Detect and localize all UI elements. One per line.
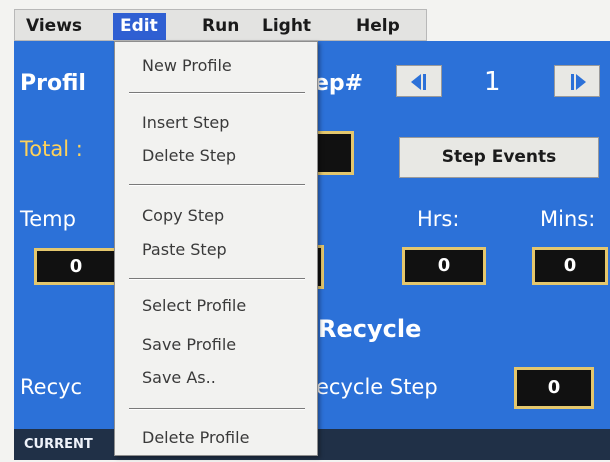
hrs-field[interactable]: 0 — [402, 247, 486, 285]
menu-bar: Views Edit Run Light Help — [14, 9, 427, 41]
menu-item-delete-profile[interactable]: Delete Profile — [142, 428, 249, 447]
menu-light[interactable]: Light — [255, 13, 318, 40]
total-label: Total : — [20, 137, 83, 161]
step-number-label: ep# — [314, 71, 364, 96]
recycle-step-field[interactable]: 0 — [514, 367, 594, 409]
mins-label: Mins: — [540, 207, 596, 231]
menu-item-save-profile[interactable]: Save Profile — [142, 335, 236, 354]
recycle-step-label: ecycle Step — [316, 375, 438, 399]
menu-item-copy-step[interactable]: Copy Step — [142, 206, 224, 225]
previous-step-button[interactable] — [396, 65, 442, 97]
mins-field[interactable]: 0 — [532, 247, 608, 285]
profile-label: Profil — [20, 71, 86, 96]
menu-run[interactable]: Run — [195, 13, 246, 40]
menu-item-select-profile[interactable]: Select Profile — [142, 296, 246, 315]
temp-label: Temp — [20, 207, 76, 231]
menu-separator — [129, 278, 305, 280]
hrs-label: Hrs: — [417, 207, 460, 231]
step-number-value: 1 — [484, 67, 501, 97]
menu-item-save-as[interactable]: Save As.. — [142, 368, 216, 387]
menu-item-delete-step[interactable]: Delete Step — [142, 146, 236, 165]
menu-item-new-profile[interactable]: New Profile — [142, 56, 232, 75]
menu-separator — [129, 184, 305, 186]
status-text: CURRENT — [24, 437, 93, 452]
step-events-button[interactable]: Step Events — [399, 137, 599, 178]
menu-item-paste-step[interactable]: Paste Step — [142, 240, 227, 259]
menu-item-insert-step[interactable]: Insert Step — [142, 113, 229, 132]
temp-field[interactable]: 0 — [34, 248, 118, 285]
edit-dropdown-menu: New Profile Insert Step Delete Step Copy… — [114, 41, 318, 456]
menu-help[interactable]: Help — [349, 13, 407, 40]
next-step-button[interactable] — [554, 65, 600, 97]
menu-views[interactable]: Views — [19, 13, 89, 40]
arrow-left-icon — [410, 73, 421, 90]
menu-separator — [129, 408, 305, 410]
arrow-right-icon — [575, 73, 586, 90]
recycles-label: Recyc — [20, 375, 83, 399]
recycle-heading: Recycle — [318, 315, 422, 343]
menu-separator — [129, 92, 305, 94]
total-field[interactable] — [314, 131, 354, 175]
menu-edit[interactable]: Edit — [113, 13, 166, 40]
